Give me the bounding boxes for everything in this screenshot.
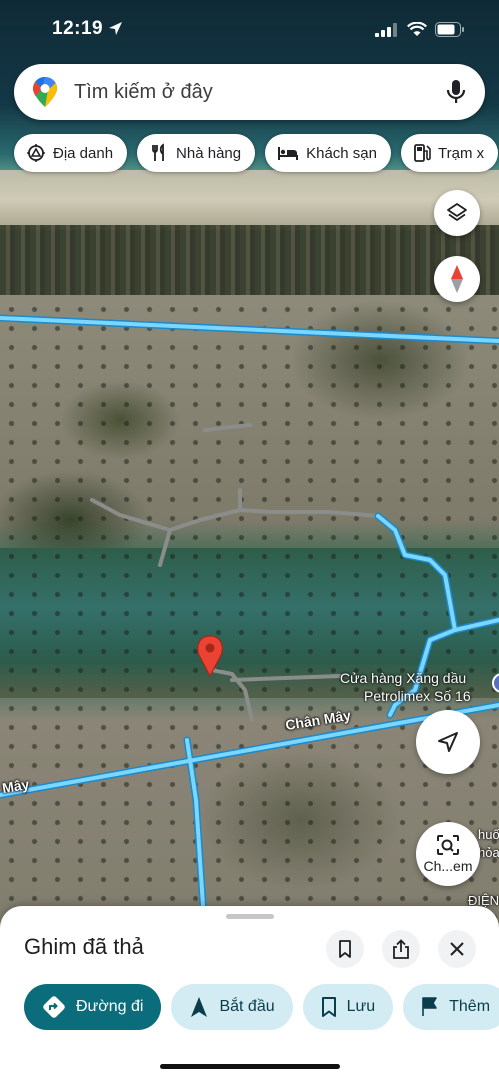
search-bar[interactable]: Tìm kiếm ở đây [14, 64, 485, 120]
lens-button[interactable]: Ch...em [416, 822, 480, 886]
status-bar: 12:19 [0, 0, 499, 60]
chip-label: Khách sạn [306, 144, 377, 162]
camera-search-icon [437, 835, 459, 855]
close-button[interactable] [438, 930, 476, 968]
poi-name-line1: Cửa hàng Xăng dầu [340, 670, 467, 686]
battery-icon [435, 22, 464, 37]
directions-icon [43, 996, 65, 1018]
navigation-arrow-icon [191, 997, 208, 1017]
compass-icon [451, 265, 463, 293]
chip-landmarks[interactable]: Địa danh [14, 134, 128, 172]
clock: 12:19 [52, 18, 104, 39]
chip-gas-stations[interactable]: Trạm x [401, 134, 499, 172]
save-button[interactable]: Lưu [302, 984, 394, 1030]
action-label: Đường đi [76, 998, 144, 1015]
bookmark-icon [321, 997, 336, 1017]
action-label: Thêm [449, 998, 491, 1015]
directions-button[interactable]: Đường đi [24, 984, 162, 1030]
layers-button[interactable] [434, 190, 480, 236]
search-placeholder[interactable]: Tìm kiếm ở đây [74, 81, 445, 104]
chip-restaurants[interactable]: Nhà hàng [137, 134, 256, 172]
action-buttons: Đường đi Bắt đầu Lưu Thêm [24, 984, 499, 1030]
wifi-icon [407, 22, 427, 36]
poi-partial-label-1: huốc [478, 827, 499, 842]
gas-station-icon [414, 144, 431, 162]
chip-label: Nhà hàng [176, 144, 242, 162]
sheet-title: Ghim đã thả [24, 934, 144, 959]
fork-knife-icon [152, 143, 164, 161]
close-icon [450, 942, 464, 956]
dropped-pin-sheet[interactable]: Ghim đã thả Đường đi Bắt đầu Lưu Thêm [0, 906, 499, 1080]
layers-icon [447, 203, 467, 221]
chip-hotels[interactable]: Khách sạn [265, 134, 391, 172]
share-icon [393, 939, 409, 959]
landmark-icon [27, 144, 45, 162]
microphone-icon[interactable] [445, 78, 467, 106]
compass-button[interactable] [434, 256, 480, 302]
poi-name-line2: Petrolimex Số 16 [364, 688, 471, 704]
poi-label-petrolimex[interactable]: Cửa hàng Xăng dầu Petrolimex Số 16 [340, 669, 471, 705]
share-button[interactable] [382, 930, 420, 968]
my-location-button[interactable] [416, 710, 480, 774]
save-icon-button[interactable] [326, 930, 364, 968]
bed-icon [278, 147, 299, 160]
category-chips: Địa danh Nhà hàng Khách sạn Trạm x [14, 134, 499, 172]
poi-partial-label-2: hỏa [478, 845, 499, 860]
add-label-button[interactable]: Thêm [403, 984, 499, 1030]
chip-label: Địa danh [53, 144, 114, 162]
location-arrow-icon [109, 22, 122, 35]
start-button[interactable]: Bắt đầu [171, 984, 293, 1030]
home-indicator[interactable] [160, 1064, 340, 1069]
lens-label: Ch...em [423, 858, 473, 874]
flag-icon [422, 997, 437, 1016]
cellular-signal-icon [375, 22, 397, 37]
my-location-icon [438, 732, 458, 752]
sheet-drag-handle[interactable] [226, 914, 274, 919]
action-label: Bắt đầu [219, 998, 275, 1015]
google-maps-pin-icon [33, 77, 57, 107]
chip-label: Trạm x [438, 144, 485, 162]
bookmark-icon [339, 940, 351, 958]
action-label: Lưu [346, 998, 376, 1015]
